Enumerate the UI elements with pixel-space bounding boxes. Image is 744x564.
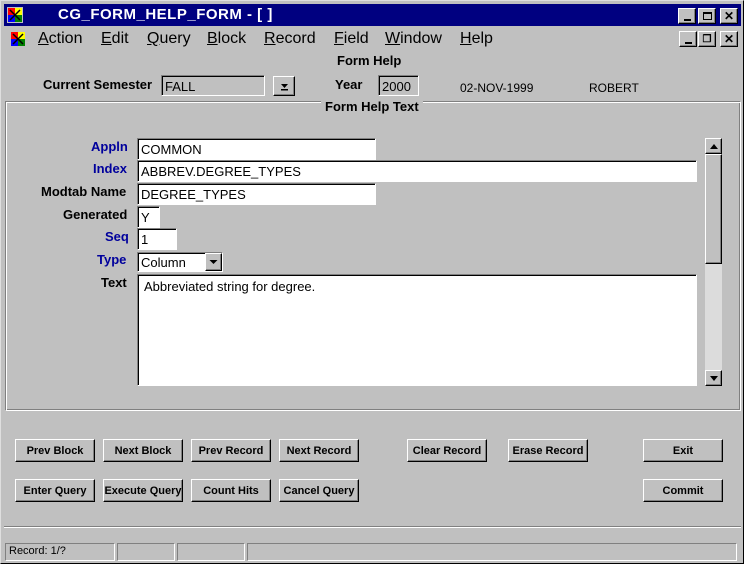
exit-button[interactable]: Exit [643, 439, 723, 462]
status-record-count: Record: 1/? [5, 543, 115, 561]
menu-query[interactable]: Query [147, 30, 191, 48]
minimize-icon [684, 41, 692, 44]
scroll-thumb[interactable] [705, 154, 722, 264]
menu-field[interactable]: Field [334, 30, 369, 48]
erase-record-button[interactable]: Erase Record [508, 439, 588, 462]
status-cell-3 [177, 543, 245, 561]
menu-action[interactable]: Action [38, 30, 82, 48]
menu-edit[interactable]: Edit [101, 30, 129, 48]
next-record-button[interactable]: Next Record [279, 439, 359, 462]
scroll-down-button[interactable] [705, 370, 722, 386]
menu-help[interactable]: Help [460, 30, 493, 48]
menu-block[interactable]: Block [207, 30, 246, 48]
clear-record-button[interactable]: Clear Record [407, 439, 487, 462]
maximize-button[interactable] [698, 8, 716, 24]
down-arrow-icon [280, 84, 288, 91]
maximize-icon [702, 12, 712, 20]
main-window: CG_FORM_HELP_FORM - [ ] ✕ Action Edit Qu… [0, 0, 744, 564]
close-icon: ✕ [723, 9, 735, 23]
menu-bar: Action Edit Query Block Record Field Win… [4, 27, 741, 51]
up-arrow-icon [709, 143, 718, 149]
enter-query-button[interactable]: Enter Query [15, 479, 95, 502]
down-arrow-icon [709, 375, 718, 381]
close-button[interactable]: ✕ [720, 8, 738, 24]
close-icon: ✕ [723, 32, 735, 46]
index-label: Index [93, 161, 127, 176]
doc-icon[interactable] [9, 30, 27, 48]
type-select-value: Column [141, 255, 186, 270]
current-semester-field[interactable]: FALL [161, 75, 265, 96]
prev-record-button[interactable]: Prev Record [191, 439, 271, 462]
frame-title: Form Help Text [321, 99, 423, 114]
text-label: Text [101, 275, 127, 290]
doc-minimize-button[interactable] [679, 31, 697, 47]
seq-field[interactable]: 1 [137, 228, 177, 250]
current-date: 02-NOV-1999 [460, 81, 534, 95]
commit-button[interactable]: Commit [643, 479, 723, 502]
scroll-up-button[interactable] [705, 138, 722, 154]
text-area-value: Abbreviated string for degree. [144, 279, 316, 294]
menu-record[interactable]: Record [264, 30, 316, 48]
cancel-query-button[interactable]: Cancel Query [279, 479, 359, 502]
year-field[interactable]: 2000 [378, 75, 419, 96]
next-block-button[interactable]: Next Block [103, 439, 183, 462]
prev-block-button[interactable]: Prev Block [15, 439, 95, 462]
form-title: Form Help [337, 53, 402, 68]
modtab-name-field[interactable]: DEGREE_TYPES [137, 183, 376, 205]
generated-field[interactable]: Y [137, 206, 160, 228]
execute-query-button[interactable]: Execute Query [103, 479, 183, 502]
index-field[interactable]: ABBREV.DEGREE_TYPES [137, 160, 697, 182]
menu-window[interactable]: Window [385, 30, 442, 48]
appln-field[interactable]: COMMON [137, 138, 376, 160]
minimize-button[interactable] [678, 8, 696, 24]
title-bar[interactable]: CG_FORM_HELP_FORM - [ ] ✕ [4, 4, 741, 26]
year-label: Year [335, 77, 363, 92]
text-area[interactable]: Abbreviated string for degree. [137, 274, 697, 386]
window-title: CG_FORM_HELP_FORM - [ ] [58, 6, 273, 23]
current-semester-label: Current Semester [43, 77, 153, 92]
minimize-icon [683, 18, 691, 21]
type-label: Type [97, 252, 127, 267]
record-scrollbar[interactable] [705, 138, 722, 386]
current-user: ROBERT [589, 81, 639, 95]
type-dropdown-button[interactable] [205, 253, 222, 271]
generated-label: Generated [63, 207, 128, 222]
semester-lov-button[interactable] [273, 76, 295, 96]
restore-icon: ❐ [702, 33, 712, 45]
app-icon[interactable] [6, 6, 24, 24]
appln-label: Appln [91, 139, 128, 154]
status-cell-2 [117, 543, 175, 561]
doc-close-button[interactable]: ✕ [720, 31, 738, 47]
chevron-down-icon [209, 260, 218, 264]
status-message [247, 543, 737, 561]
count-hits-button[interactable]: Count Hits [191, 479, 271, 502]
seq-label: Seq [105, 229, 129, 244]
doc-restore-button[interactable]: ❐ [698, 31, 716, 47]
status-separator [4, 526, 741, 528]
modtab-name-label: Modtab Name [41, 184, 127, 199]
